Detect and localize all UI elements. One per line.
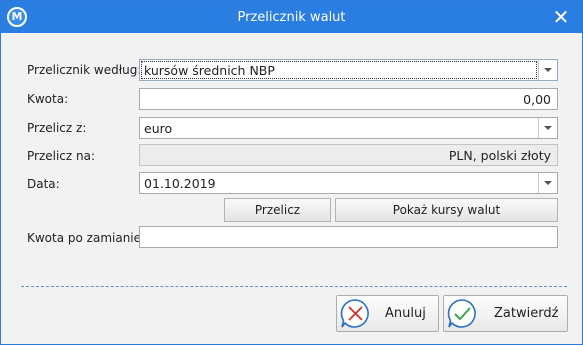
date-value: 01.10.2019	[144, 176, 216, 191]
amount-label: Kwota:	[27, 92, 69, 106]
chevron-down-icon[interactable]	[538, 60, 557, 80]
separator	[21, 286, 567, 287]
confirm-label: Zatwierdź	[494, 306, 559, 321]
result-field[interactable]	[139, 226, 558, 248]
currency-converter-dialog: Przelicznik walut ✕ Przelicznik według: …	[0, 0, 583, 345]
title-bar[interactable]: Przelicznik walut ✕	[1, 1, 582, 33]
convert-button[interactable]: Przelicz	[224, 198, 331, 222]
to-currency-value: PLN, polski złoty	[448, 148, 551, 163]
to-currency-field: PLN, polski złoty	[139, 144, 558, 166]
date-label: Data:	[27, 177, 60, 191]
confirm-button[interactable]: Zatwierdź	[443, 295, 568, 332]
from-currency-label: Przelicz z:	[27, 121, 87, 135]
date-picker[interactable]: 01.10.2019	[139, 172, 558, 194]
chevron-down-icon[interactable]	[538, 118, 557, 138]
window-title: Przelicznik walut	[237, 10, 346, 25]
amount-input[interactable]: 0,00	[139, 88, 558, 110]
basis-select[interactable]: kursów średnich NBP	[139, 59, 558, 81]
chevron-down-icon[interactable]	[538, 173, 557, 193]
close-icon[interactable]: ✕	[550, 6, 572, 28]
confirm-icon	[447, 299, 476, 328]
basis-value: kursów średnich NBP	[144, 63, 275, 78]
result-label: Kwota po zamianie:	[27, 231, 146, 245]
cancel-icon	[340, 299, 369, 328]
to-currency-label: Przelicz na:	[27, 149, 96, 163]
show-rates-button[interactable]: Pokaż kursy walut	[335, 198, 558, 222]
cancel-label: Anuluj	[385, 306, 426, 321]
from-currency-value: euro	[144, 121, 173, 136]
basis-label: Przelicznik według:	[27, 63, 142, 77]
cancel-button[interactable]: Anuluj	[336, 295, 439, 332]
from-currency-select[interactable]: euro	[139, 117, 558, 139]
amount-value: 0,00	[523, 92, 551, 107]
